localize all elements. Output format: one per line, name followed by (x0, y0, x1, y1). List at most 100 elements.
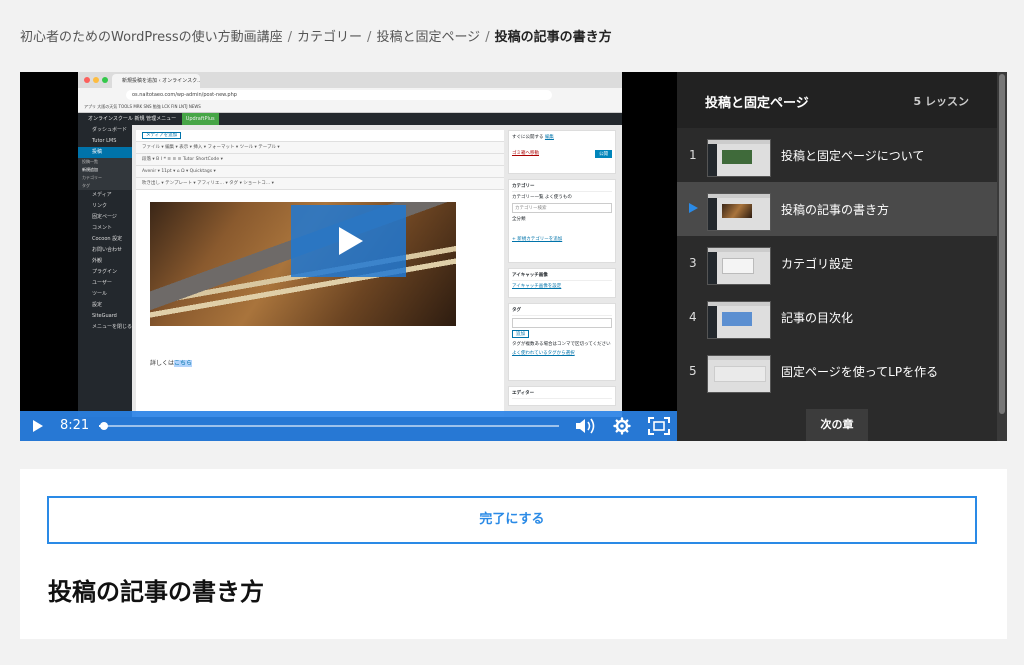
thumbnail-bar (708, 194, 770, 198)
big-play-button[interactable] (291, 205, 406, 277)
breadcrumb-topic-link[interactable]: 投稿と固定ページ (376, 30, 480, 45)
wp-sidebar-item: コメント (92, 225, 113, 231)
next-chapter-button[interactable]: 次の章 (806, 409, 868, 441)
browser-tab: 新規投稿を追加 ‹ オンラインスク… (112, 74, 200, 88)
thumbnail-image (722, 258, 754, 274)
editor-text-link: こちら (174, 360, 193, 367)
category-add-link: + 新規カテゴリーを追加 (512, 237, 563, 242)
progress-bar[interactable] (99, 422, 559, 430)
editor-text: 詳しくはこちら (150, 358, 193, 367)
eyecatch-link: アイキャッチ画像を設定 (512, 284, 562, 289)
thumbnail-sidebar (708, 140, 717, 176)
editor-text-plain: 詳しくは (150, 360, 175, 367)
playlist-item-thumbnail (707, 355, 771, 393)
wp-sidebar-subitem: カテゴリー (78, 174, 132, 182)
editor-box-title: エディター (512, 390, 612, 399)
breadcrumb-separator: / (367, 30, 372, 45)
video-area[interactable]: 新規投稿を追加 ‹ オンラインスク… os.naitotaeo.com/wp-a… (20, 72, 677, 441)
close-dot-icon (84, 77, 90, 83)
lesson-panel: 完了にする 投稿の記事の書き方 (20, 469, 1007, 639)
thumbnail-image (722, 150, 752, 164)
playlist-item[interactable]: 4 記事の目次化 (677, 290, 997, 344)
wp-sidebar-item: SiteGuard (92, 313, 117, 319)
play-pause-button[interactable] (33, 420, 43, 432)
playlist-item[interactable]: 1 投稿と固定ページについて (677, 128, 997, 182)
playlist-item-thumbnail (707, 247, 771, 285)
breadcrumb-separator: / (287, 30, 293, 45)
add-media-button: メディアを追加 (142, 132, 182, 139)
trash-link: ゴミ箱へ移動 (512, 151, 539, 156)
playlist-item-number: 4 (689, 310, 697, 324)
thumbnail-bar (708, 356, 770, 360)
bookmarks-bar: アプリ 大阪の天気 TOOLS MRK SNS 勉強 LCK FIN LNTJ … (78, 102, 622, 113)
category-box-title: カテゴリー (512, 183, 612, 192)
playlist-item-thumbnail (707, 301, 771, 339)
wp-sidebar-item: リンク (92, 203, 108, 209)
category-tabs: カテゴリー一覧 よく使うもの (512, 195, 572, 200)
wp-sidebar-subitem: 新規追加 (78, 166, 132, 174)
tag-add-button: 追加 (512, 330, 529, 338)
breadcrumb: 初心者のためのWordPressの使い方動画講座 / カテゴリー / 投稿と固定ページ /… (20, 26, 612, 45)
wp-sidebar-item: 投稿 (78, 147, 132, 158)
playlist-count: 5 レッスン (913, 95, 969, 108)
publish-box: すぐに公開する 編集 ゴミ箱へ移動 公開 (508, 130, 616, 174)
play-icon (339, 227, 363, 255)
playlist-item-label: 投稿と固定ページについて (781, 149, 925, 163)
publish-button: 公開 (595, 150, 612, 158)
editor-menu-row: ファイル ▾ 編集 ▾ 表示 ▾ 挿入 ▾ フォーマット ▾ ツール ▾ テーブ… (136, 142, 504, 154)
playlist-header: 投稿と固定ページ 5 レッスン (677, 72, 997, 128)
wp-sidebar-item: ダッシュボード (92, 127, 128, 133)
playlist-item[interactable]: 3 カテゴリ設定 (677, 236, 997, 290)
tag-input (512, 318, 612, 328)
wp-admin-bar-plugin: UpdraftPlus (181, 113, 219, 125)
tag-help: タグが複数ある場合はコンマで区切ってください (512, 342, 611, 347)
thumbnail-bar (708, 140, 770, 144)
playlist-item[interactable]: 5 固定ページを使ってLPを作る (677, 344, 997, 398)
thumbnail-image (714, 366, 766, 382)
scrollbar-thumb[interactable] (999, 74, 1005, 414)
publish-edit-link: 編集 (544, 135, 554, 140)
wp-sidebar-item: お問い合わせ (92, 247, 123, 253)
fullscreen-icon[interactable] (648, 417, 670, 435)
minimize-dot-icon (93, 77, 99, 83)
mark-complete-button[interactable]: 完了にする (47, 496, 977, 544)
tag-box: タグ 追加 タグが複数ある場合はコンマで区切ってください よく使われているタグか… (508, 303, 616, 381)
wp-sidebar-item: 設定 (92, 302, 103, 308)
thumbnail-bar (708, 248, 770, 252)
playlist-item-label: カテゴリ設定 (781, 257, 854, 271)
maximize-dot-icon (102, 77, 108, 83)
category-box: カテゴリー カテゴリー一覧 よく使うもの カテゴリー検索 全分類 + 新規カテゴ… (508, 179, 616, 263)
editor-media-row: メディアを追加 (136, 130, 504, 142)
player-controls: 8:21 (20, 411, 677, 441)
playlist-item-thumbnail (707, 139, 771, 177)
playlist-scrollbar[interactable] (997, 72, 1007, 441)
wp-sidebar-item: プラグイン (92, 269, 118, 275)
browser-address-bar: os.naitotaeo.com/wp-admin/post-new.php (78, 88, 622, 102)
tag-box-title: タグ (512, 307, 612, 316)
playlist-title: 投稿と固定ページ (705, 96, 809, 111)
thumbnail-sidebar (708, 194, 717, 230)
category-all: 全分類 (512, 217, 526, 222)
video-player: 新規投稿を追加 ‹ オンラインスク… os.naitotaeo.com/wp-a… (20, 72, 1007, 441)
browser-tabbar: 新規投稿を追加 ‹ オンラインスク… (78, 72, 622, 88)
playlist-item-active[interactable]: 投稿の記事の書き方 (677, 182, 997, 236)
publish-status: すぐに公開する (512, 135, 544, 140)
lesson-title: 投稿の記事の書き方 (48, 578, 264, 606)
breadcrumb-current: 投稿の記事の書き方 (494, 30, 612, 45)
playlist-item-label: 固定ページを使ってLPを作る (781, 365, 939, 379)
editor-box: エディター (508, 386, 616, 406)
breadcrumb-course-link[interactable]: 初心者のためのWordPressの使い方動画講座 (20, 30, 283, 45)
thumbnail-sidebar (708, 302, 717, 338)
thumbnail-image (722, 312, 752, 326)
wp-sidebar-item: 固定ページ (92, 214, 117, 220)
progress-handle[interactable] (99, 422, 108, 430)
settings-gear-icon[interactable] (613, 417, 631, 435)
lesson-playlist: 投稿と固定ページ 5 レッスン 1 投稿と固定ページについて 投稿の記事の書き方… (677, 72, 1007, 441)
wp-sidebar-item: Tutor LMS (92, 138, 117, 144)
wp-admin-bar-text: オンラインスクール 新規 管理メニュー (88, 116, 177, 122)
editor-font-row: Avenir ▾ 11pt ▾ ⌂ Ω ▾ Quicktags ▾ (136, 166, 504, 178)
playlist-item-label: 記事の目次化 (781, 311, 854, 325)
eyecatch-box-title: アイキャッチ画像 (512, 272, 612, 281)
volume-icon[interactable] (574, 417, 598, 435)
breadcrumb-category-link[interactable]: カテゴリー (297, 30, 362, 45)
